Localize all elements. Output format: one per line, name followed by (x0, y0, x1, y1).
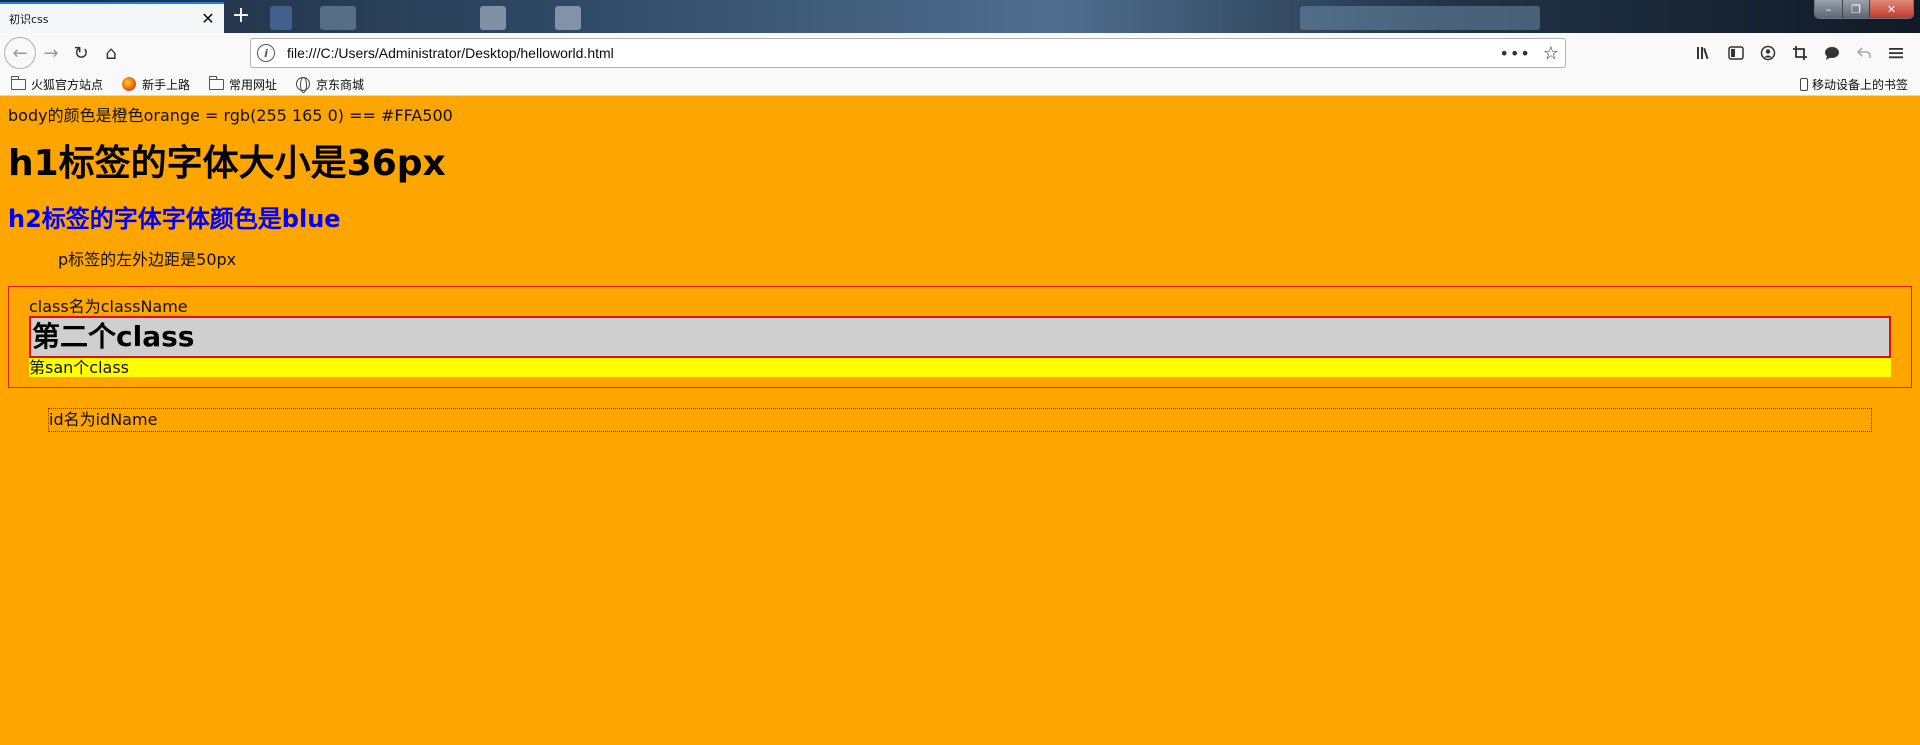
folder-icon (10, 75, 26, 92)
h2-heading: h2标签的字体字体颜色是blue (8, 205, 341, 233)
undo-icon[interactable] (1848, 38, 1880, 68)
body-color-text: body的颜色是橙色orange = rgb(255 165 0) == #FF… (8, 106, 453, 125)
forward-button[interactable]: → (36, 38, 66, 68)
tab-close-icon[interactable]: ✕ (196, 7, 220, 31)
close-window-button[interactable]: ✕ (1869, 0, 1913, 18)
account-icon[interactable] (1752, 38, 1784, 68)
bookmark-star-icon[interactable]: ☆ (1543, 43, 1559, 64)
tab-title: 初识css (9, 12, 49, 26)
navigation-toolbar: ← → ↻ ⌂ i file:///C:/Users/Administrator… (0, 33, 1920, 73)
bookmarks-bar: 火狐官方站点 新手上路 常用网址 京东商城 移动设备上的书签 (0, 73, 1920, 96)
class-name-box: class名为className 第二个class 第san个class (8, 286, 1912, 388)
bookmark-jd-mall[interactable]: 京东商城 (295, 76, 364, 93)
third-class-text: 第san个class (29, 358, 1891, 377)
bookmark-getting-started[interactable]: 新手上路 (121, 76, 190, 93)
url-bar[interactable]: i file:///C:/Users/Administrator/Desktop… (250, 38, 1566, 68)
bookmark-common-sites[interactable]: 常用网址 (208, 75, 278, 93)
class-name-label: class名为className (29, 297, 188, 316)
margin-paragraph: p标签的左外边距是50px (58, 250, 237, 269)
bookmark-label: 常用网址 (229, 77, 278, 92)
library-icon[interactable] (1688, 38, 1720, 68)
toolbar-right (1688, 38, 1912, 68)
folder-icon (208, 75, 224, 92)
second-class-heading: 第二个class (29, 316, 1891, 358)
reload-button[interactable]: ↻ (66, 38, 96, 68)
home-button[interactable]: ⌂ (96, 38, 126, 68)
bookmark-firefox-official[interactable]: 火狐官方站点 (10, 75, 104, 93)
mobile-bookmarks-label: 移动设备上的书签 (1811, 78, 1908, 92)
menu-icon[interactable] (1880, 38, 1912, 68)
minimize-button[interactable]: – (1815, 0, 1842, 18)
page-content: body的颜色是橙色orange = rgb(255 165 0) == #FF… (0, 97, 1920, 745)
window-controls: – ❐ ✕ (1814, 0, 1914, 19)
new-tab-button[interactable]: + (228, 4, 254, 30)
title-bar: 初识css ✕ + – ❐ ✕ (0, 0, 1920, 33)
globe-icon (295, 76, 311, 93)
bookmark-label: 京东商城 (316, 77, 365, 92)
site-info-icon[interactable]: i (257, 44, 275, 62)
url-input[interactable]: file:///C:/Users/Administrator/Desktop/h… (287, 45, 1500, 61)
restore-button[interactable]: ❐ (1842, 0, 1869, 18)
bookmark-label: 新手上路 (142, 77, 191, 92)
tab-active[interactable]: 初识css ✕ (0, 2, 224, 33)
screenshot-icon[interactable] (1784, 38, 1816, 68)
sidebar-icon[interactable] (1720, 38, 1752, 68)
firefox-icon (121, 76, 137, 92)
mobile-bookmarks[interactable]: 移动设备上的书签 (1799, 76, 1908, 93)
h1-heading: h1标签的字体大小是36px (8, 143, 446, 184)
id-name-box: id名为idName (48, 408, 1872, 432)
back-button[interactable]: ← (4, 37, 36, 69)
phone-icon (1799, 78, 1808, 91)
page-actions-icon[interactable]: ••• (1500, 44, 1531, 63)
chat-icon[interactable] (1816, 38, 1848, 68)
bookmark-label: 火狐官方站点 (31, 77, 104, 92)
